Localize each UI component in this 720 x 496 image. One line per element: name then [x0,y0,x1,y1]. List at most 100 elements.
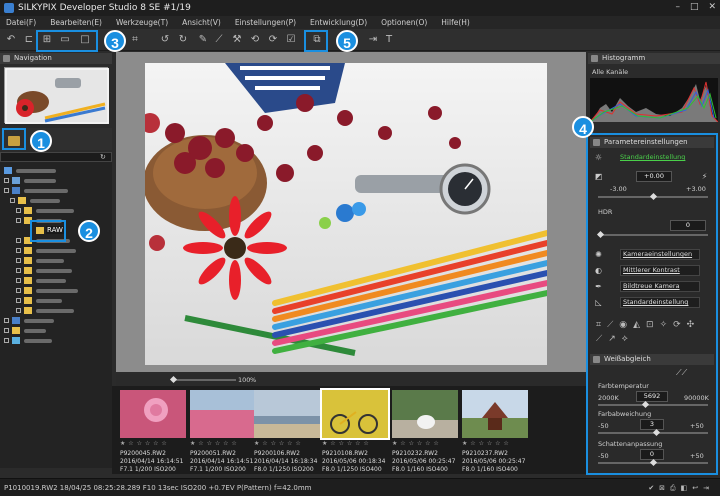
thumbnail[interactable]: ★ ☆ ☆ ☆ ☆ ☆ P9210232.RW2 2016/05/06 00:2… [392,390,458,474]
thumbnail-filename: P9200106.RW2 [254,450,300,457]
status-text: P1010019.RW2 18/04/25 08:25:28.289 F10 1… [4,484,312,492]
tree-item[interactable] [0,296,112,306]
thumbnail-image[interactable] [120,390,186,438]
window-title: SILKYPIX Developer Studio 8 SE #1/19 [18,3,191,13]
thumbnail-date: 2016/05/06 00:18:34 [322,458,386,465]
tree-item[interactable] [0,286,112,296]
callout-4: 4 [572,116,594,138]
callout-3: 3 [104,30,126,52]
rating-stars[interactable]: ★ ☆ ☆ ☆ ☆ ☆ [322,440,388,447]
tree-item[interactable] [0,186,112,196]
menu-werkzeuge[interactable]: Werkzeuge(T) [116,18,168,27]
back-icon[interactable]: ↶ [4,33,18,47]
text-tool-icon[interactable]: T [382,33,396,47]
tree-item[interactable] [0,316,112,326]
crop-icon[interactable]: ⌗ [128,33,142,47]
menu-entwicklung[interactable]: Entwicklung(D) [310,18,367,27]
thumbnail[interactable]: ★ ☆ ☆ ☆ ☆ ☆ P9200045.RW2 2016/04/14 16:1… [120,390,186,474]
mark-icon[interactable]: ☑ [284,33,298,47]
thumbnail[interactable]: ★ ☆ ☆ ☆ ☆ ☆ P9210108.RW2 2016/05/06 00:1… [320,388,390,474]
menu-ansicht[interactable]: Ansicht(V) [182,18,221,27]
tree-item[interactable] [0,196,112,206]
thumbnail-image[interactable] [190,390,256,438]
rotate-left-icon[interactable]: ⟲ [248,33,262,47]
highlight-raw-folder [30,220,66,242]
zoom-slider-knob[interactable] [169,375,178,384]
minimize-button[interactable]: – [675,2,680,12]
rotate-right-icon[interactable]: ⟳ [266,33,280,47]
histogram-chart [589,78,719,123]
thumbnail-image[interactable] [462,390,528,438]
folder-tree: RAW [0,162,112,468]
tree-item[interactable] [0,246,112,256]
rating-stars[interactable]: ★ ☆ ☆ ☆ ☆ ☆ [392,440,458,447]
thumbnail-exif: F7.1 1/200 ISO200 [190,466,246,473]
navigation-icon [3,55,10,62]
tree-item[interactable] [0,276,112,286]
app-icon [4,3,14,13]
thumbnail-exif: F8.0 1/160 ISO400 [462,466,518,473]
thumbnail-filename: P9210232.RW2 [392,450,438,457]
paste-params-icon[interactable]: ⟋ [212,33,226,47]
thumbnail[interactable]: ★ ☆ ☆ ☆ ☆ ☆ P9200051.RW2 2016/04/14 16:1… [190,390,256,474]
thumbnail-exif: F8.0 1/160 ISO400 [392,466,448,473]
zoom-slider[interactable] [176,379,236,381]
tree-item[interactable] [0,176,112,186]
thumbnail-image[interactable] [392,390,458,438]
zoom-unit: % [250,376,257,384]
thumbnail-filename: P9200051.RW2 [190,450,236,457]
thumbnail-image[interactable] [320,388,390,440]
folder-path-input[interactable] [0,152,112,162]
rating-stars[interactable]: ★ ☆ ☆ ☆ ☆ ☆ [120,440,186,447]
develop-icon[interactable]: ⇥ [366,33,380,47]
histogram-title: Histogramm [602,54,646,62]
thumbnail-filename: P9210237.RW2 [462,450,508,457]
callout-2: 2 [78,220,100,242]
rating-stars[interactable]: ★ ☆ ☆ ☆ ☆ ☆ [254,440,320,447]
histogram-icon [591,55,598,62]
adjust-icon[interactable]: ⚒ [230,33,244,47]
thumbnail[interactable]: ★ ☆ ☆ ☆ ☆ ☆ P9200106.RW2 2016/04/14 16:1… [254,390,320,474]
thumbnail[interactable]: ★ ☆ ☆ ☆ ☆ ☆ P9210237.RW2 2016/05/06 00:2… [462,390,528,474]
menu-datei[interactable]: Datei(F) [6,18,36,27]
zoom-value: 100 [238,376,251,384]
refresh-icon[interactable]: ↻ [100,153,109,161]
thumbnail-date: 2016/05/06 00:25:47 [462,458,526,465]
thumbnail-image[interactable] [254,390,320,438]
histogram-channel[interactable]: Alle Kanäle [592,68,628,76]
undo-icon[interactable]: ↺ [158,33,172,47]
copy-params-icon[interactable]: ✎ [196,33,210,47]
status-icons[interactable]: ✔⊠⎙◧↩⇥ [648,479,714,496]
tree-item[interactable] [0,206,112,216]
navigation-thumbnail[interactable] [4,67,109,124]
navigation-panel-header: Navigation [0,53,112,64]
tree-item[interactable] [0,336,112,346]
title-bar: SILKYPIX Developer Studio 8 SE #1/19 – □… [0,0,720,16]
thumbnail-filename: P9210108.RW2 [322,450,368,457]
callout-5: 5 [336,30,358,52]
menu-optionen[interactable]: Optionen(O) [381,18,427,27]
preview-image[interactable] [145,63,547,365]
tree-item[interactable] [0,166,112,176]
menu-einstellungen[interactable]: Einstellungen(P) [235,18,296,27]
thumbnail-exif: F7.1 1/200 ISO200 [120,466,176,473]
thumbnail-date: 2016/04/14 16:18:34 [254,458,318,465]
close-button[interactable]: ✕ [708,2,716,12]
maximize-button[interactable]: □ [690,2,699,12]
tree-item[interactable] [0,266,112,276]
callout-1: 1 [30,130,52,152]
rating-stars[interactable]: ★ ☆ ☆ ☆ ☆ ☆ [190,440,256,447]
thumbnail-exif: F8.0 1/1250 ISO400 [322,466,382,473]
tree-item[interactable] [0,256,112,266]
status-bar: P1010019.RW2 18/04/25 08:25:28.289 F10 1… [0,478,720,496]
thumbnail-exif: F8.0 1/1250 ISO200 [254,466,314,473]
tree-item[interactable] [0,326,112,336]
open-folder-icon[interactable]: ⊏ [22,33,36,47]
menu-bearbeiten[interactable]: Bearbeiten(E) [50,18,102,27]
thumbnail-date: 2016/04/14 16:14:51 [190,458,254,465]
menu-hilfe[interactable]: Hilfe(H) [441,18,470,27]
rating-stars[interactable]: ★ ☆ ☆ ☆ ☆ ☆ [462,440,528,447]
tree-item[interactable] [0,306,112,316]
filmstrip: ★ ☆ ☆ ☆ ☆ ☆ P9200045.RW2 2016/04/14 16:1… [112,386,586,474]
redo-icon[interactable]: ↻ [176,33,190,47]
